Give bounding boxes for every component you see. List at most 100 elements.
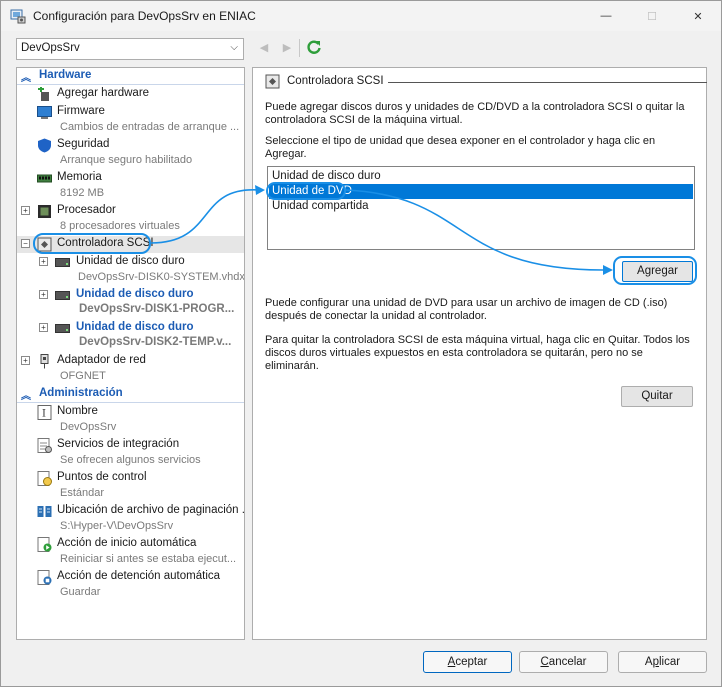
firmware-icon [37,106,52,119]
tree-item-label: Seguridad [57,138,110,150]
section-management[interactable]: ︽ Administración [17,386,244,403]
tree-item-name[interactable]: I Nombre DevOpsSrv [17,404,244,437]
tree-item-checkpoints[interactable]: Puntos de control Estándar [17,470,244,503]
remove-button[interactable]: Quitar [621,386,693,407]
settings-window: Configuración para DevOpsSrv en ENIAC — … [0,0,722,687]
tree-item-firmware[interactable]: Firmware Cambios de entradas de arranque… [17,104,244,137]
checkpoints-icon [37,471,52,486]
shield-icon [38,138,51,153]
tree-item-label: Ubicación de archivo de paginación ... [57,504,245,516]
tree-item-hard-disk-2[interactable]: + Unidad de disco duro DevOpsSrv-DISK2-T… [17,320,244,353]
tree-item-hard-disk-0[interactable]: + Unidad de disco duro DevOpsSrv-DISK0-S… [17,254,244,287]
tree-item-label: Adaptador de red [57,354,146,366]
tree-item-processor[interactable]: + Procesador 8 procesadores virtuales [17,203,244,236]
section-management-label: Administración [39,387,123,399]
tree-item-label: Procesador [57,204,116,216]
toolbar-separator [299,39,300,57]
tree-item-label: Agregar hardware [57,87,150,99]
tree-item-scsi-controller[interactable]: − Controladora SCSI [17,236,244,253]
svg-text:I: I [42,409,46,420]
tree-item-label: Acción de inicio automática [57,537,197,549]
collapse-chevron-icon[interactable]: ︽ [21,69,31,84]
expand-icon[interactable]: + [21,206,30,215]
tree-item-hard-disk-1[interactable]: + Unidad de disco duro DevOpsSrv-DISK1-P… [17,287,244,320]
intro-text: Puede agregar discos duros y unidades de… [265,101,685,126]
panel-title-label: Controladora SCSI [287,75,388,87]
section-hardware-label: Hardware [39,69,92,81]
settings-tree: ︽ Hardware Agregar hardware Firmware Cam… [16,67,245,640]
section-hardware[interactable]: ︽ Hardware [17,68,244,85]
section-divider [17,402,244,403]
paging-file-icon [37,506,52,517]
name-icon: I [37,405,52,420]
vm-selector-value: DevOpsSrv [21,42,80,54]
tree-item-paging-file-location[interactable]: Ubicación de archivo de paginación ... S… [17,503,244,536]
expand-icon[interactable]: + [39,323,48,332]
scsi-controller-icon [265,74,280,89]
tree-item-detail: Se ofrecen algunos servicios [60,454,201,466]
section-divider [17,84,244,85]
tree-item-label: Memoria [57,171,102,183]
refresh-icon[interactable] [306,39,322,55]
panel-title: Controladora SCSI [265,74,707,89]
hard-disk-icon [55,258,70,267]
tree-item-detail: Reiniciar si antes se estaba ejecut... [60,553,237,565]
drive-type-option-dvd[interactable]: Unidad de DVD [269,184,693,199]
tree-item-add-hardware[interactable]: Agregar hardware [17,86,244,103]
tree-item-label: Acción de detención automática [57,570,221,582]
tree-item-security[interactable]: Seguridad Arranque seguro habilitado [17,137,244,170]
tree-item-label: Servicios de integración [57,438,180,450]
drive-type-list[interactable]: Unidad de disco duro Unidad de DVD Unida… [267,166,695,250]
tree-item-detail: Arranque seguro habilitado [60,154,193,166]
expand-icon[interactable]: + [39,290,48,299]
scsi-controller-icon [37,237,52,252]
forward-button[interactable]: ▶ [279,40,295,56]
scsi-controller-panel: Controladora SCSI Puede agregar discos d… [252,67,707,640]
hard-disk-icon [55,324,70,333]
close-button[interactable]: ✕ [675,1,721,31]
memory-icon [37,174,52,183]
add-button[interactable]: Agregar [622,261,693,282]
automatic-stop-icon [37,570,52,585]
expand-icon[interactable]: + [21,356,30,365]
tree-item-label: Firmware [57,105,105,117]
tree-item-label: Controladora SCSI [57,237,154,249]
tree-item-detail: DevOpsSrv [60,421,117,433]
tree-item-label: Unidad de disco duro [76,288,194,300]
tree-item-label: Puntos de control [57,471,147,483]
drive-type-option-shared[interactable]: Unidad compartida [269,199,693,214]
apply-button[interactable]: Aplicar [618,651,707,673]
window-title: Configuración para DevOpsSrv en ENIAC [33,9,256,23]
dvd-info-text: Puede configurar una unidad de DVD para … [265,297,668,322]
tree-item-label: Unidad de disco duro [76,255,185,267]
tree-item-detail: 8 procesadores virtuales [60,220,180,232]
remove-info-text: Para quitar la controladora SCSI de esta… [265,334,690,372]
add-hardware-icon [38,87,49,101]
minimize-button[interactable]: — [583,1,629,31]
collapse-chevron-icon[interactable]: ︽ [21,387,31,402]
tree-item-detail: Cambios de entradas de arranque ... [60,121,240,133]
tree-item-memory[interactable]: Memoria 8192 MB [17,170,244,203]
vm-selector-dropdown[interactable]: DevOpsSrv ⌵ [16,38,244,60]
tree-item-detail: 8192 MB [60,187,105,199]
tree-item-detail: DevOpsSrv-DISK1-PROGR... [79,303,235,315]
hard-disk-icon [55,291,70,300]
title-bar: Configuración para DevOpsSrv en ENIAC — … [1,1,721,31]
tree-item-detail: Guardar [60,586,101,598]
tree-item-integration-services[interactable]: Servicios de integración Se ofrecen algu… [17,437,244,470]
drive-type-option-hard-disk[interactable]: Unidad de disco duro [269,169,693,184]
chevron-down-icon: ⌵ [230,42,238,53]
tree-item-label: Unidad de disco duro [76,321,194,333]
tree-item-detail: DevOpsSrv-DISK0-SYSTEM.vhdx [78,271,245,283]
integration-services-icon [37,438,52,453]
collapse-icon[interactable]: − [21,239,30,248]
tree-item-automatic-stop[interactable]: Acción de detención automática Guardar [17,569,244,602]
tree-item-automatic-start[interactable]: Acción de inicio automática Reiniciar si… [17,536,244,569]
cancel-button[interactable]: Cancelar [519,651,608,673]
ok-button[interactable]: Aceptar [423,651,512,673]
maximize-button[interactable]: ☐ [629,1,675,31]
hyper-v-settings-icon [10,9,26,24]
expand-icon[interactable]: + [39,257,48,266]
tree-item-network-adapter[interactable]: + Adaptador de red OFGNET [17,353,244,386]
back-button[interactable]: ◀ [256,40,272,56]
